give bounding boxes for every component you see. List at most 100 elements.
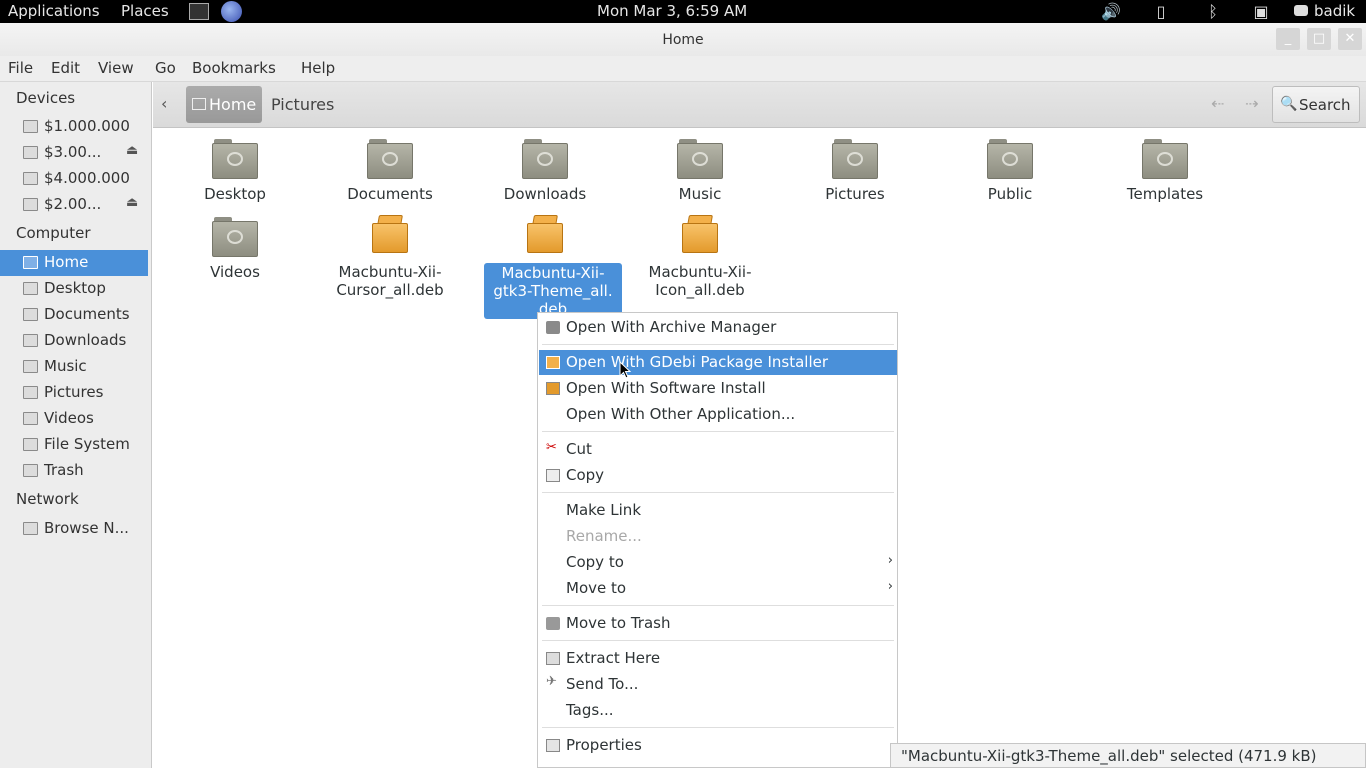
menu-separator (542, 640, 894, 641)
menu-separator (542, 492, 894, 493)
top-panel: Applications Places Mon Mar 3, 6:59 AM 🔊… (0, 0, 1366, 23)
sidebar-item-device-1[interactable]: $1.000.000 (0, 114, 148, 140)
send-icon: ✈ (546, 674, 557, 689)
menu-file[interactable]: File (8, 59, 33, 77)
menu-item-cut[interactable]: ✂ Cut (539, 437, 897, 462)
chat-icon[interactable] (1294, 5, 1308, 16)
sidebar-item-documents[interactable]: Documents (0, 302, 148, 328)
battery-icon[interactable]: ▯ (1150, 1, 1172, 22)
chevron-right-icon: › (887, 579, 893, 594)
sidebar-item-trash[interactable]: Trash (0, 458, 148, 484)
archive-manager-icon (546, 321, 560, 334)
status-bar: "Macbuntu-Xii-gtk3-Theme_all.deb" select… (890, 743, 1366, 768)
breadcrumb-pictures[interactable]: Pictures (271, 95, 334, 114)
menu-view[interactable]: View (98, 59, 134, 77)
menu-item-open-archive-manager[interactable]: Open With Archive Manager (539, 315, 897, 340)
eject-icon[interactable]: ⏏ (126, 195, 138, 210)
menu-go[interactable]: Go (155, 59, 176, 77)
folder-documents-icon (367, 139, 413, 179)
context-menu: Open With Archive Manager Open With GDeb… (537, 312, 898, 768)
window-title: Home (662, 32, 704, 48)
extract-icon (546, 652, 560, 665)
sidebar-item-music[interactable]: Music (0, 354, 148, 380)
menu-item-properties[interactable]: Properties (539, 733, 897, 758)
user-menu[interactable]: badik (1314, 2, 1355, 20)
menu-item-move-to[interactable]: Move to › (539, 576, 897, 601)
close-button[interactable]: ✕ (1338, 28, 1362, 50)
mouse-pointer-icon (619, 361, 631, 379)
places-menu[interactable]: Places (121, 2, 169, 20)
browser-launcher-icon[interactable] (221, 1, 242, 22)
menu-separator (542, 727, 894, 728)
path-bar: ‹ Home Pictures ⇠ ⇢ 🔍 Search (153, 82, 1366, 128)
devices-header: Devices (16, 89, 76, 107)
places-sidebar: Devices $1.000.000 $3.00... ⏏ $4.000.000 … (0, 82, 152, 768)
menu-bookmarks[interactable]: Bookmarks (192, 59, 276, 77)
folder-desktop-icon (212, 139, 258, 179)
sidebar-item-file-system[interactable]: File System (0, 432, 148, 458)
folder-icon (23, 360, 38, 373)
status-text: "Macbuntu-Xii-gtk3-Theme_all.deb" select… (901, 747, 1317, 765)
trash-icon (23, 464, 38, 477)
bluetooth-icon[interactable]: ᛒ (1202, 1, 1224, 22)
menu-item-open-software-install[interactable]: Open With Software Install (539, 376, 897, 401)
clock[interactable]: Mon Mar 3, 6:59 AM (597, 2, 747, 20)
menu-item-rename: Rename... (566, 527, 642, 545)
menu-separator (542, 344, 894, 345)
sidebar-item-pictures[interactable]: Pictures (0, 380, 148, 406)
menu-help[interactable]: Help (301, 59, 335, 77)
sidebar-item-device-2[interactable]: $3.00... ⏏ (0, 140, 148, 166)
menu-item-copy[interactable]: Copy (539, 463, 897, 488)
menu-item-open-gdebi[interactable]: Open With GDebi Package Installer (539, 350, 897, 375)
trash-icon (546, 617, 560, 630)
sidebar-item-device-4[interactable]: $2.00... ⏏ (0, 192, 148, 218)
menu-edit[interactable]: Edit (51, 59, 80, 77)
network-icon (23, 522, 38, 535)
menu-item-extract-here[interactable]: Extract Here (539, 646, 897, 671)
drive-icon (23, 198, 38, 211)
menu-separator (542, 605, 894, 606)
menu-item-make-link[interactable]: Make Link (539, 498, 897, 523)
sidebar-item-home[interactable]: Home (0, 250, 148, 276)
folder-icon (23, 308, 38, 321)
folder-icon (23, 386, 38, 399)
folder-templates-icon (1142, 139, 1188, 179)
drive-icon (23, 120, 38, 133)
copy-icon (546, 469, 560, 482)
chevron-right-icon: › (887, 553, 893, 568)
sidebar-item-browse-network[interactable]: Browse N... (0, 516, 148, 542)
chevron-left-icon[interactable]: ‹ (161, 94, 167, 113)
menu-item-copy-to[interactable]: Copy to › (539, 550, 897, 575)
sidebar-item-device-3[interactable]: $4.000.000 (0, 166, 148, 192)
network-icon[interactable]: ▣ (1250, 1, 1272, 22)
menu-item-move-to-trash[interactable]: Move to Trash (539, 611, 897, 636)
window-titlebar[interactable]: Home _ □ ✕ (0, 23, 1366, 56)
sidebar-item-desktop[interactable]: Desktop (0, 276, 148, 302)
network-header: Network (16, 490, 79, 508)
search-icon: 🔍 (1280, 96, 1298, 112)
eject-icon[interactable]: ⏏ (126, 143, 138, 158)
folder-icon (23, 412, 38, 425)
breadcrumb-home[interactable]: Home (186, 86, 262, 123)
folder-music-icon (677, 139, 723, 179)
menu-item-tags[interactable]: Tags... (539, 698, 897, 723)
sidebar-item-videos[interactable]: Videos (0, 406, 148, 432)
folder-public-icon (987, 139, 1033, 179)
search-button[interactable]: 🔍 Search (1272, 86, 1360, 123)
sidebar-item-downloads[interactable]: Downloads (0, 328, 148, 354)
menu-item-send-to[interactable]: ✈ Send To... (539, 672, 897, 697)
applications-menu[interactable]: Applications (8, 2, 100, 20)
menubar: File Edit View Go Bookmarks Help (0, 56, 1366, 82)
minimize-button[interactable]: _ (1276, 28, 1300, 50)
back-arrow-icon[interactable]: ⇠ (1211, 94, 1224, 113)
volume-icon[interactable]: 🔊 (1100, 1, 1122, 22)
forward-arrow-icon[interactable]: ⇢ (1245, 94, 1258, 113)
drive-icon (23, 172, 38, 185)
terminal-launcher-icon[interactable] (189, 3, 209, 20)
folder-videos-icon (212, 217, 258, 257)
maximize-button[interactable]: □ (1307, 28, 1331, 50)
folder-icon (23, 334, 38, 347)
menu-item-open-other-application[interactable]: Open With Other Application... (539, 402, 897, 427)
home-icon (23, 256, 38, 269)
folder-downloads-icon (522, 139, 568, 179)
